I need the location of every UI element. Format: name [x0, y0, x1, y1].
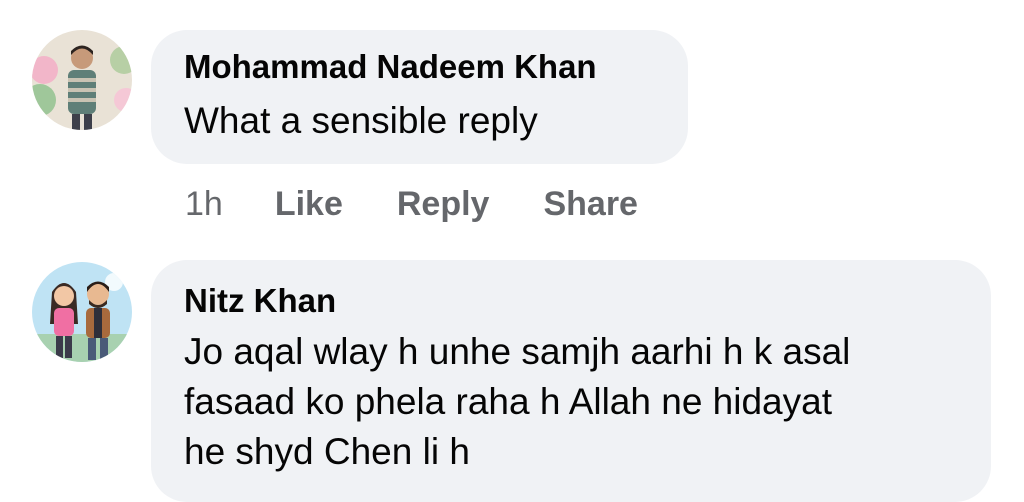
avatar[interactable] [32, 262, 132, 362]
comment-bubble: Mohammad Nadeem Khan What a sensible rep… [151, 30, 688, 164]
comment-text: What a sensible reply [184, 100, 538, 141]
share-button[interactable]: Share [543, 184, 638, 224]
comment-author[interactable]: Mohammad Nadeem Khan [184, 48, 688, 86]
reply-button[interactable]: Reply [397, 184, 490, 224]
comment-text-line: fasaad ko phela raha h Allah ne hidayat [184, 381, 832, 422]
avatar[interactable] [32, 30, 132, 130]
profile-photo-icon [32, 30, 132, 130]
comment-actions: 1h Like Reply Share [185, 184, 692, 224]
comment-text-line: he shyd Chen li h [184, 431, 470, 472]
comment-text-line: Jo aqal wlay h unhe samjh aarhi h k asal [184, 331, 851, 372]
comment-bubble: Nitz Khan Jo aqal wlay h unhe samjh aarh… [151, 260, 991, 502]
comment-timestamp[interactable]: 1h [185, 184, 223, 224]
comment-author[interactable]: Nitz Khan [184, 282, 991, 320]
like-button[interactable]: Like [275, 184, 343, 224]
profile-photo-icon [32, 262, 132, 362]
